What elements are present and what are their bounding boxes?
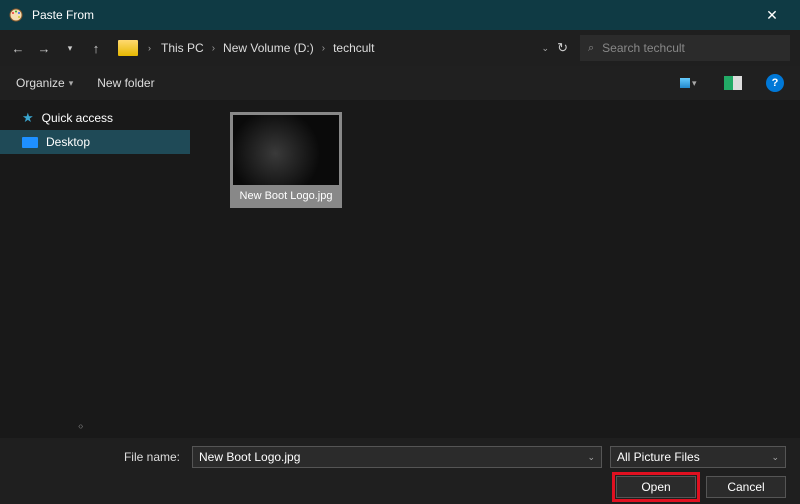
chevron-down-icon[interactable]: ⌄: [771, 452, 779, 463]
command-toolbar: Organize ▾ New folder ▾ ?: [0, 66, 800, 100]
desktop-icon: [22, 137, 38, 148]
chevron-down-icon: ▾: [69, 78, 74, 89]
search-placeholder: Search techcult: [602, 41, 685, 55]
open-button[interactable]: Open: [616, 476, 696, 498]
chevron-right-icon: ›: [144, 43, 155, 53]
file-type-filter[interactable]: All Picture Files ⌄: [610, 446, 786, 468]
file-item[interactable]: New Boot Logo.jpg: [230, 112, 342, 208]
up-button[interactable]: ↑: [84, 36, 108, 60]
window-title: Paste From: [32, 8, 752, 22]
file-list[interactable]: New Boot Logo.jpg: [190, 100, 800, 438]
breadcrumb[interactable]: This PC › New Volume (D:) › techcult: [157, 41, 530, 55]
recent-dropdown[interactable]: ▾: [58, 36, 82, 60]
sidebar: ★ Quick access Desktop ‹ ›: [0, 100, 190, 438]
chevron-right-icon: ›: [318, 43, 329, 54]
titlebar: Paste From ✕: [0, 0, 800, 30]
nav-toolbar: ← → ▾ ↑ › This PC › New Volume (D:) › te…: [0, 30, 800, 66]
app-icon: [8, 7, 24, 23]
crumb-drive[interactable]: New Volume (D:): [223, 41, 314, 55]
close-button[interactable]: ✕: [752, 0, 792, 30]
chevron-right-icon: ›: [208, 43, 219, 54]
folder-icon: [118, 40, 138, 56]
crumb-root[interactable]: This PC: [161, 41, 204, 55]
search-icon: ⌕: [588, 42, 594, 55]
back-button[interactable]: ←: [6, 36, 30, 60]
preview-pane-button[interactable]: [724, 76, 742, 90]
new-folder-button[interactable]: New folder: [97, 76, 154, 90]
search-input[interactable]: ⌕ Search techcult: [580, 35, 790, 61]
refresh-button[interactable]: ↻: [557, 40, 568, 56]
crumb-folder[interactable]: techcult: [333, 41, 374, 55]
address-dropdown[interactable]: ⌄: [542, 43, 550, 54]
filename-input[interactable]: New Boot Logo.jpg ⌄: [192, 446, 602, 468]
star-icon: ★: [22, 110, 34, 126]
filename-label: File name:: [14, 450, 184, 464]
help-button[interactable]: ?: [766, 74, 784, 92]
organize-menu[interactable]: Organize ▾: [16, 76, 73, 90]
forward-button[interactable]: →: [32, 36, 56, 60]
view-options[interactable]: ▾: [680, 75, 700, 91]
resize-handle[interactable]: ‹ ›: [78, 421, 81, 432]
sidebar-desktop[interactable]: Desktop: [0, 130, 190, 154]
cancel-button[interactable]: Cancel: [706, 476, 786, 498]
file-thumbnail: [233, 115, 339, 185]
chevron-down-icon[interactable]: ⌄: [587, 452, 595, 463]
sidebar-quick-access[interactable]: ★ Quick access: [0, 106, 190, 130]
dialog-footer: File name: New Boot Logo.jpg ⌄ All Pictu…: [0, 438, 800, 504]
file-label: New Boot Logo.jpg: [238, 185, 335, 205]
